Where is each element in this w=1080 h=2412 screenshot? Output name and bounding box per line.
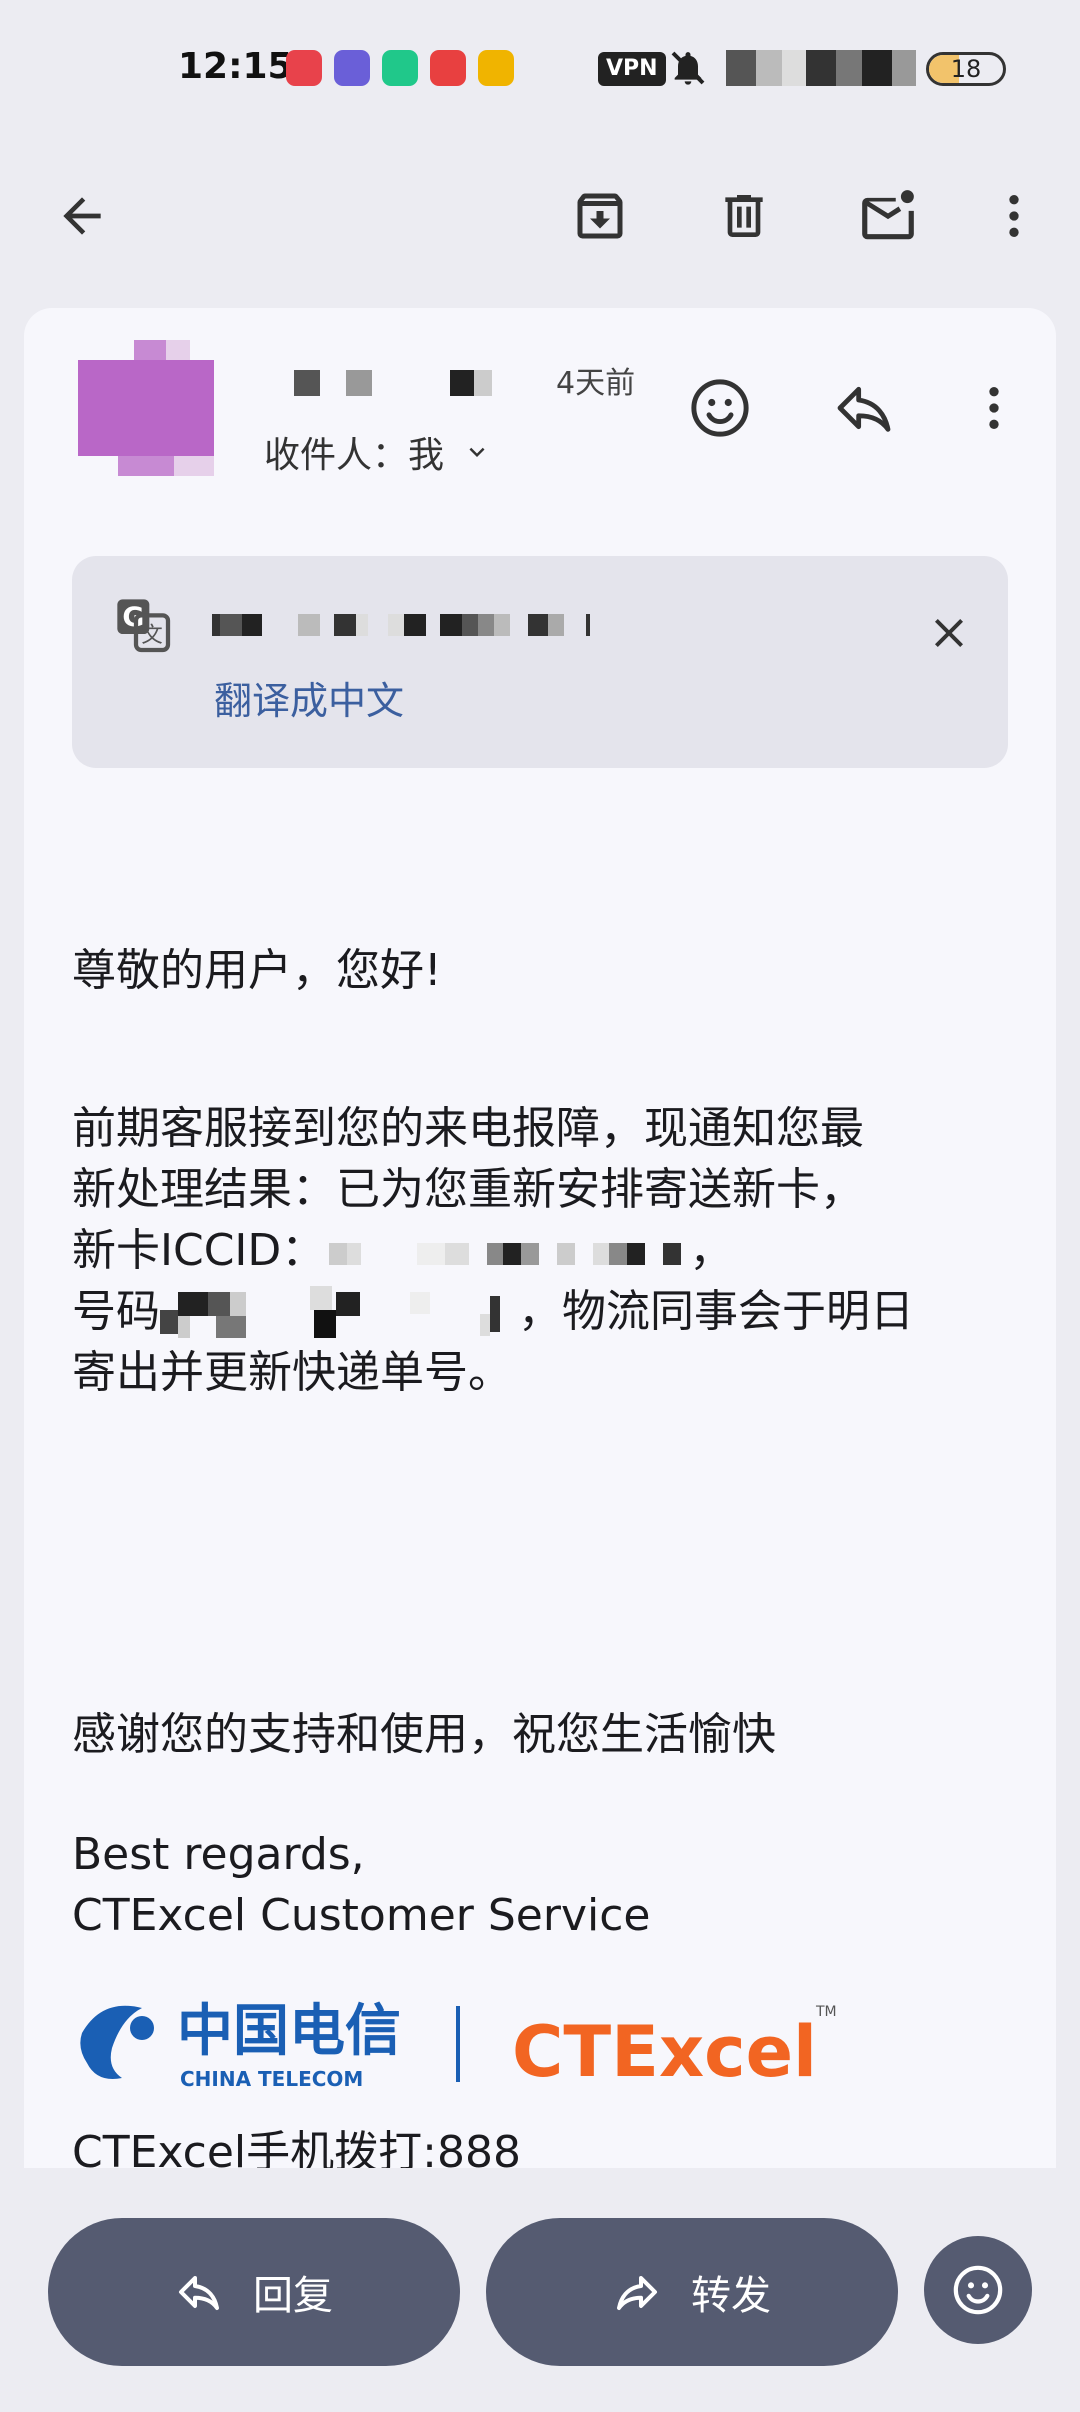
- forward-button[interactable]: 转发: [486, 2218, 898, 2366]
- reply-button[interactable]: 回复: [48, 2218, 460, 2366]
- forward-label: 转发: [691, 2273, 771, 2319]
- email-paragraph-line: 号码 ，物流同事会于明日: [72, 1281, 914, 1342]
- archive-icon: [577, 193, 623, 239]
- app-notification-icon: [334, 50, 370, 86]
- redacted-language-notice: [212, 614, 590, 636]
- email-signature-logos: 中国电信 CHINA TELECOM CTExcel TM: [72, 1988, 872, 2108]
- message-more-button[interactable]: [954, 368, 1034, 448]
- email-toolbar: [0, 150, 1080, 280]
- email-card: 4天前 收件人：我 G文 翻译成中文 尊敬的用户，您好! 前期客服接到您的来电报…: [24, 308, 1056, 2168]
- svg-text:CTExcel: CTExcel: [512, 2011, 817, 2093]
- app-notification-icon: [430, 50, 466, 86]
- archive-button[interactable]: [562, 178, 638, 254]
- email-paragraph-line: 前期客服接到您的来电报障，现通知您最: [72, 1103, 864, 1154]
- email-footer-line: CTExcel手机拨打:888: [72, 2127, 521, 2168]
- svg-text:TM: TM: [815, 2004, 837, 2020]
- bottom-action-bar: 回复 转发: [0, 2168, 1080, 2412]
- svg-text:CHINA TELECOM: CHINA TELECOM: [180, 2067, 363, 2091]
- email-paragraph-line: 新卡ICCID： ，: [72, 1225, 734, 1276]
- reply-icon: [179, 2276, 219, 2310]
- translate-icon: G文: [112, 594, 176, 662]
- app-notification-icon: [478, 50, 514, 86]
- close-icon: [935, 619, 963, 647]
- translate-banner: G文 翻译成中文: [72, 556, 1008, 768]
- redacted-iccid: [329, 1243, 682, 1265]
- app-notification-icon: [382, 50, 418, 86]
- back-arrow-icon: [63, 197, 101, 235]
- back-button[interactable]: [44, 178, 120, 254]
- add-reaction-button[interactable]: [680, 368, 760, 448]
- svg-text:文: 文: [141, 623, 162, 648]
- reply-label: 回复: [253, 2273, 333, 2319]
- sender-avatar[interactable]: [78, 340, 214, 476]
- trash-icon: [725, 195, 763, 237]
- svg-text:中国电信: 中国电信: [177, 1999, 401, 2064]
- vpn-badge: VPN: [598, 52, 666, 86]
- redacted-phone-number: [160, 1286, 500, 1338]
- reply-icon: [837, 386, 891, 432]
- email-thanks: 感谢您的支持和使用，祝您生活愉快: [72, 1709, 776, 1760]
- status-bar: 12:15 VPN 18: [0, 0, 1080, 130]
- forward-icon: [617, 2276, 657, 2310]
- mark-unread-button[interactable]: [850, 178, 926, 254]
- more-vert-icon: [989, 387, 999, 429]
- app-notification-icon: [286, 50, 322, 86]
- china-telecom-logo: 中国电信 CHINA TELECOM CTExcel TM: [80, 1999, 837, 2093]
- email-paragraph-line: 寄出并更新快递单号。: [72, 1347, 512, 1398]
- email-date: 4天前: [556, 366, 636, 401]
- status-time: 12:15: [178, 46, 293, 87]
- redacted-status-icons: [726, 50, 916, 86]
- react-emoji-button[interactable]: [924, 2236, 1032, 2344]
- chevron-down-icon: [469, 447, 485, 457]
- email-regards: Best regards,: [72, 1829, 365, 1880]
- close-translate-button[interactable]: [914, 598, 984, 668]
- redacted-sender-name: [294, 370, 492, 396]
- more-vert-icon: [1009, 195, 1019, 237]
- emoji-icon: [691, 379, 749, 437]
- mark-unread-icon: [862, 190, 914, 240]
- email-paragraph-line: 新处理结果：已为您重新安排寄送新卡，: [72, 1164, 864, 1215]
- email-greeting: 尊敬的用户，您好!: [72, 945, 442, 996]
- more-options-button[interactable]: [976, 178, 1052, 254]
- delete-button[interactable]: [706, 178, 782, 254]
- email-signature: CTExcel Customer Service: [72, 1890, 651, 1941]
- translate-link[interactable]: 翻译成中文: [214, 670, 404, 725]
- recipient-details-toggle[interactable]: 收件人：我: [264, 426, 492, 478]
- emoji-icon: [953, 2265, 1003, 2315]
- mute-icon: [668, 48, 708, 92]
- recipient-label: 收件人：我: [264, 435, 445, 476]
- battery-indicator: 18: [926, 52, 1006, 86]
- reply-icon-button[interactable]: [824, 368, 904, 448]
